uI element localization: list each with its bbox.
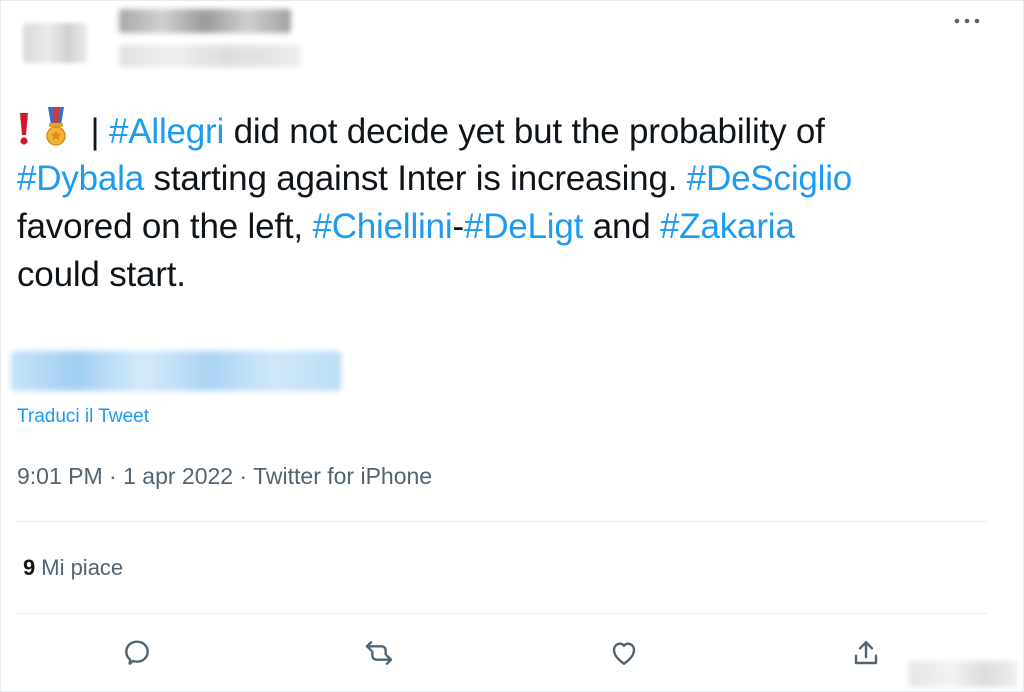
military-medal-icon: [43, 107, 69, 160]
action-bar: [1, 633, 1001, 673]
reply-icon: [125, 640, 149, 665]
tweet-text-line: favored on the left, #Chiellini-#DeLigt …: [17, 203, 1007, 251]
likes-link[interactable]: 9 Mi piace: [23, 555, 123, 581]
tweet-text-segment: |: [81, 112, 109, 151]
meta-separator: ·: [102, 463, 124, 489]
tweet-time[interactable]: 9:01 PM: [17, 463, 103, 489]
meta-separator: ·: [233, 463, 254, 489]
share-button[interactable]: [846, 633, 886, 673]
like-icon: [612, 642, 636, 665]
tweet-text-line: #Dybala starting against Inter is increa…: [17, 155, 1007, 203]
avatar[interactable]: [23, 23, 87, 63]
translate-tweet-link[interactable]: Traduci il Tweet: [17, 406, 149, 428]
tweet-text-segment: starting against Inter is increasing.: [144, 159, 687, 198]
like-button[interactable]: [604, 633, 644, 673]
exclamation-mark-icon: [17, 111, 31, 160]
divider: [17, 521, 987, 522]
author-handle-redacted[interactable]: [119, 45, 301, 67]
tweet-source[interactable]: Twitter for iPhone: [253, 463, 432, 489]
tweet-metadata: 9:01 PM · 1 apr 2022 · Twitter for iPhon…: [17, 463, 432, 490]
hashtag-link[interactable]: #DeSciglio: [687, 159, 853, 198]
tweet-card: | #Allegri did not decide yet but the pr…: [0, 0, 1024, 692]
tweet-text-segment: did not decide yet but the probability o…: [224, 112, 825, 151]
watermark-redacted: [909, 661, 1017, 687]
retweet-button[interactable]: [359, 633, 399, 673]
tweet-date[interactable]: 1 apr 2022: [123, 463, 233, 489]
hashtag-link[interactable]: #Dybala: [17, 159, 144, 198]
likes-label: Mi piace: [41, 555, 124, 580]
more-options-icon: [954, 18, 980, 24]
retweet-icon: [365, 641, 393, 665]
tweet-text-line: could start.: [17, 251, 1007, 299]
hashtag-link[interactable]: #DeLigt: [464, 207, 583, 246]
tweet-text-line: | #Allegri did not decide yet but the pr…: [17, 107, 1007, 155]
more-options-button[interactable]: [947, 9, 987, 33]
tweet-text-segment: favored on the left,: [17, 207, 313, 246]
share-icon: [854, 641, 878, 665]
tweet-text-segment: could start.: [17, 255, 186, 294]
hashtag-link[interactable]: #Allegri: [109, 112, 224, 151]
tweet-text-segment: and: [583, 207, 661, 246]
hashtag-link[interactable]: #Chiellini: [312, 207, 452, 246]
reply-button[interactable]: [117, 633, 157, 673]
author-display-name-redacted[interactable]: [119, 9, 291, 33]
likes-count: 9: [23, 555, 36, 580]
divider: [17, 613, 987, 614]
hashtag-link[interactable]: #Zakaria: [660, 207, 795, 246]
tweet-text-segment: -: [452, 207, 464, 246]
mention-link-redacted[interactable]: [11, 351, 341, 391]
tweet-text: | #Allegri did not decide yet but the pr…: [17, 107, 1007, 299]
